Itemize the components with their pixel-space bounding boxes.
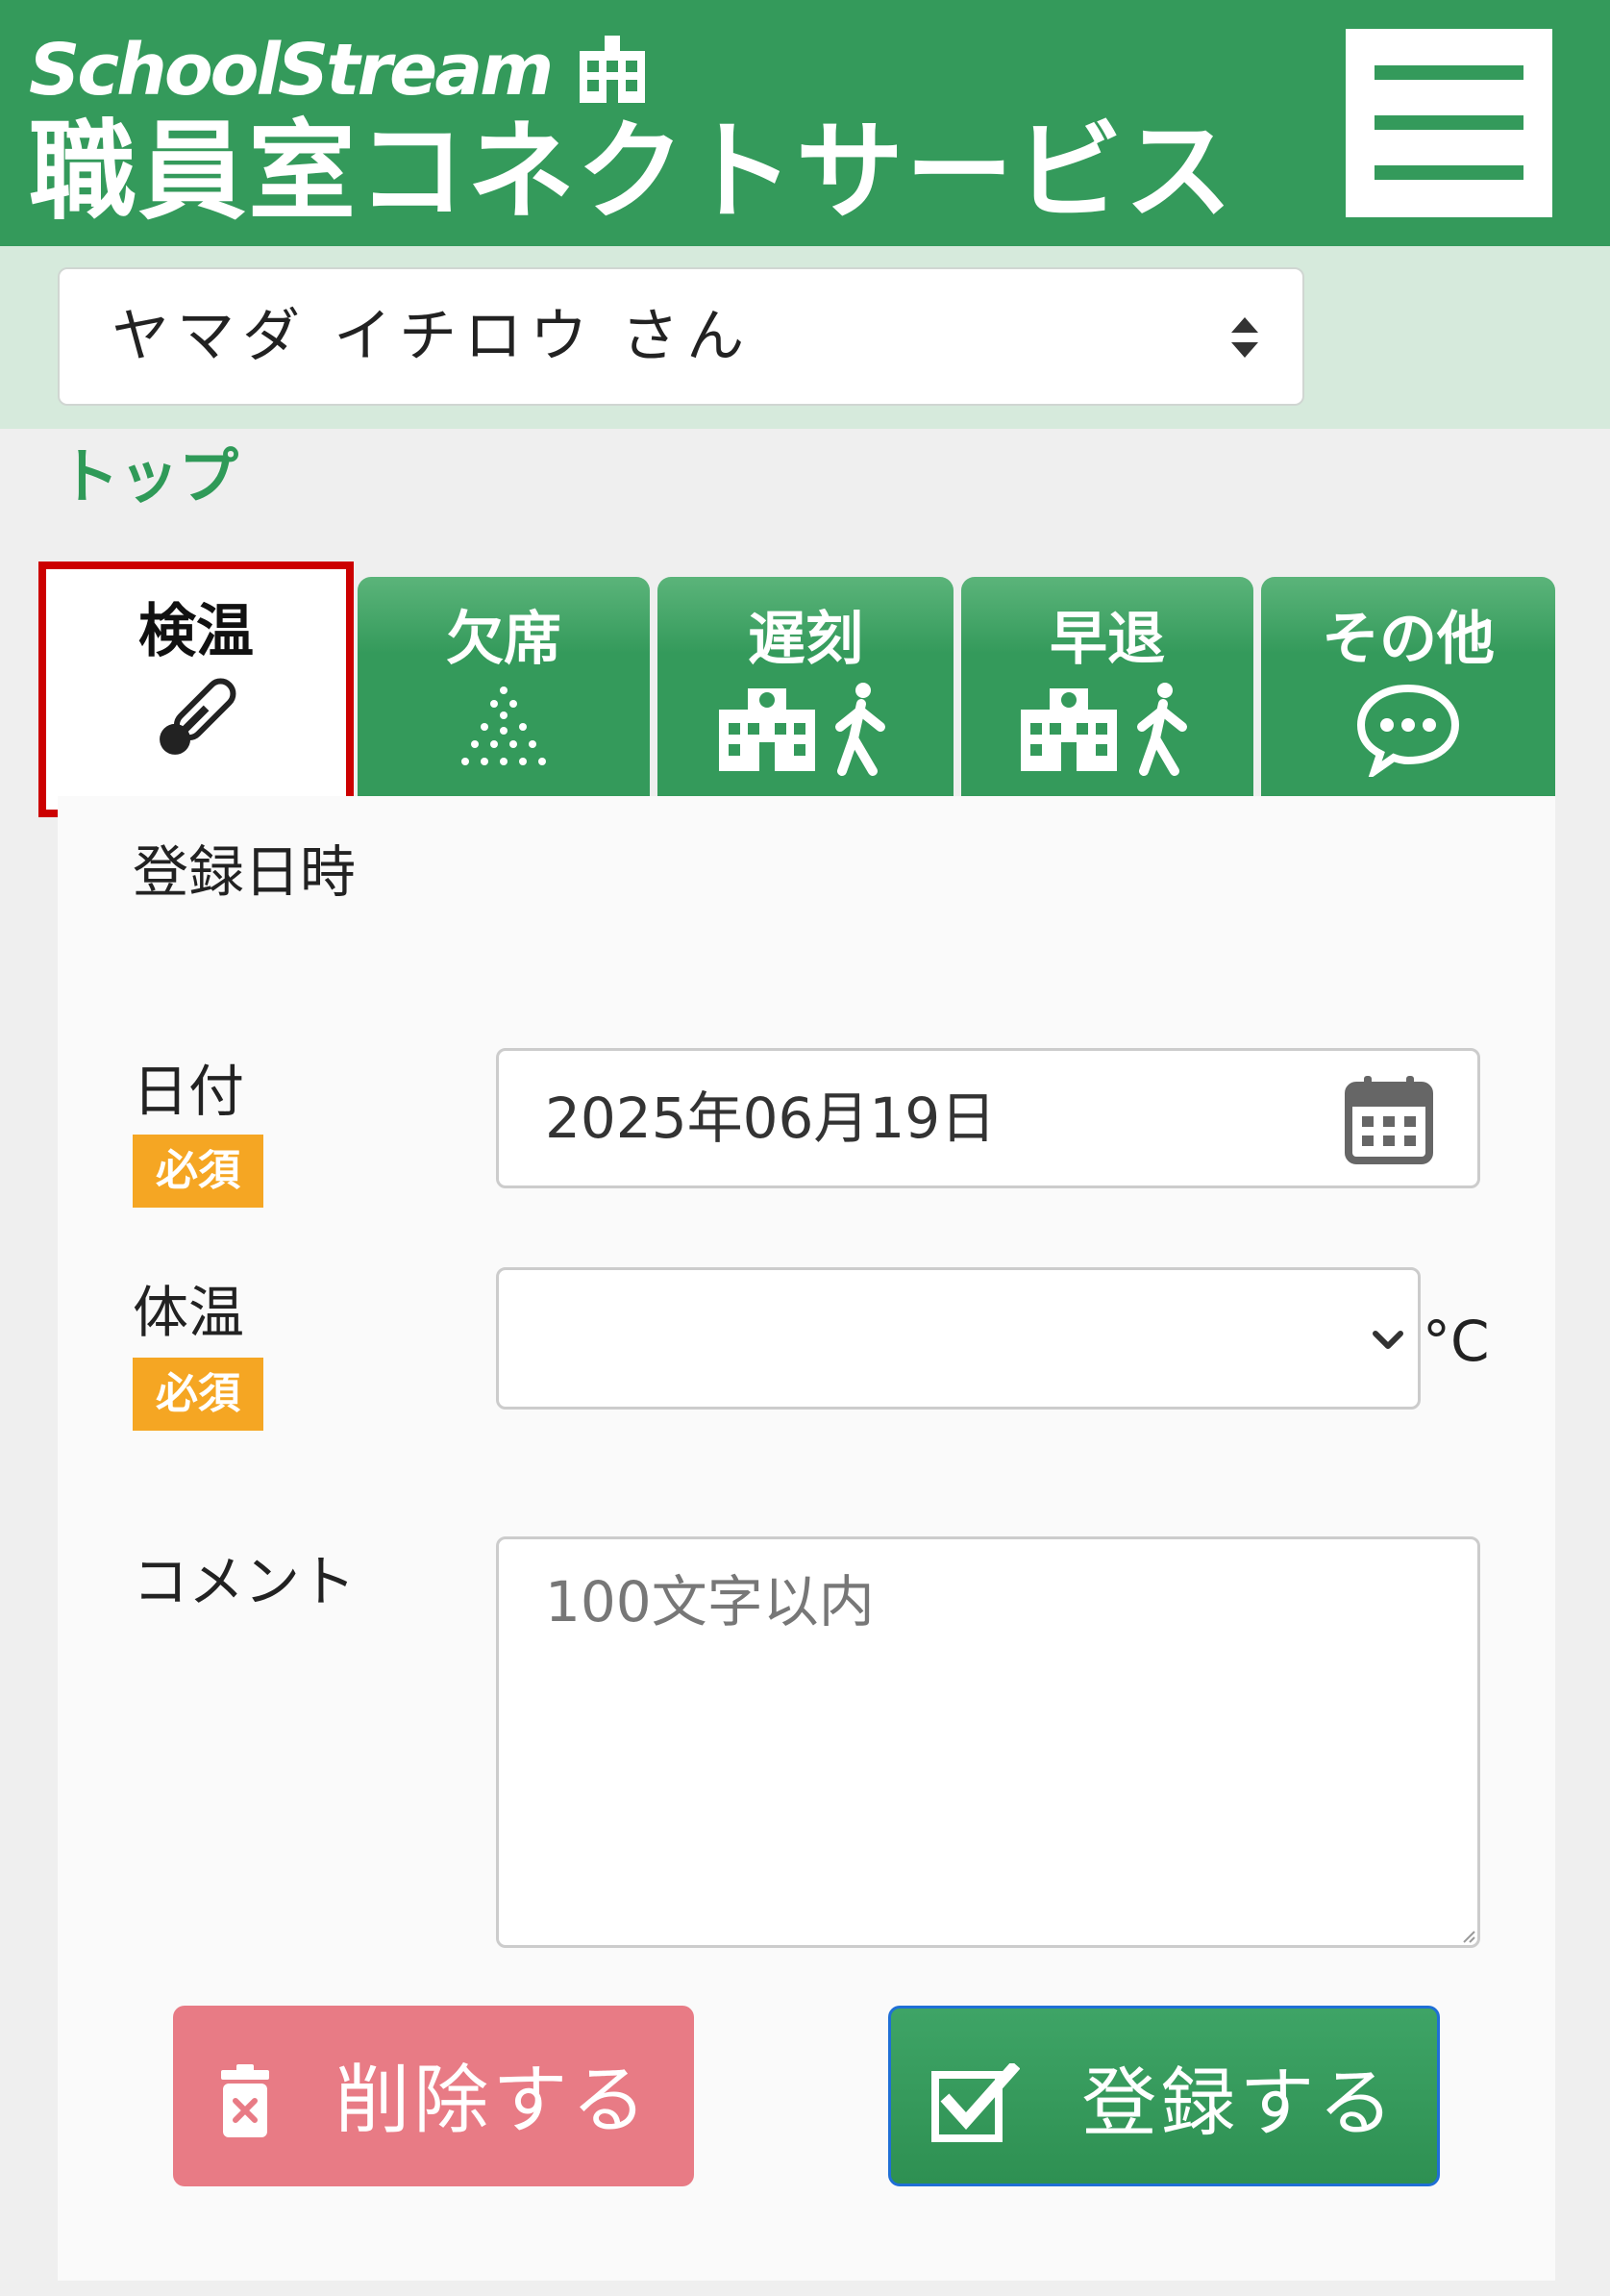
required-badge: 必須 [133, 1135, 263, 1208]
tab-temperature[interactable]: 検温 [38, 562, 354, 817]
tab-absence[interactable]: 欠席 [358, 577, 650, 796]
chat-bubble-icon [1356, 684, 1460, 777]
absence-dots-icon [461, 686, 546, 765]
hamburger-menu-button[interactable] [1346, 29, 1552, 217]
comment-textarea[interactable]: 100文字以内 [496, 1536, 1480, 1948]
date-label: 日付 [133, 1059, 245, 1124]
menu-icon-bar [1375, 65, 1523, 80]
school-walk-icon [1021, 683, 1187, 776]
tab-label: 遅刻 [748, 606, 863, 673]
breadcrumb-top[interactable]: トップ [60, 438, 238, 515]
temperature-label: 体温 [133, 1280, 245, 1345]
brand-name-en: SchoolStream [29, 29, 554, 112]
temperature-unit: °C [1423, 1309, 1490, 1374]
section-title: 登録日時 [133, 839, 357, 905]
app-header: SchoolStream 職員室コネクトサービス [0, 0, 1610, 246]
menu-icon-bar [1375, 165, 1523, 180]
tab-other[interactable]: その他 [1261, 577, 1555, 796]
tab-early-leave[interactable]: 早退 [961, 577, 1253, 796]
brand-name-jp: 職員室コネクトサービス [29, 110, 1234, 235]
chevron-down-icon [1373, 1331, 1403, 1349]
required-badge: 必須 [133, 1358, 263, 1431]
calendar-icon[interactable] [1345, 1074, 1433, 1164]
delete-button-label: 削除する [334, 2057, 651, 2144]
register-button-label: 登録する [1081, 2059, 1398, 2147]
tab-label: 欠席 [446, 606, 561, 673]
tab-label: 早退 [1050, 606, 1165, 673]
comment-label: コメント [133, 1549, 357, 1614]
tab-late[interactable]: 遅刻 [657, 577, 954, 796]
checkbox-check-icon [930, 2062, 1020, 2142]
thermometer-icon [160, 678, 236, 755]
school-building-icon [580, 36, 646, 103]
temperature-select[interactable] [496, 1267, 1421, 1410]
date-field[interactable]: 2025年06月19日 [496, 1048, 1480, 1188]
user-select[interactable]: ヤマダ イチロウ さん [58, 267, 1304, 406]
brand-logo[interactable]: SchoolStream 職員室コネクトサービス [29, 27, 1234, 235]
register-button[interactable]: 登録する [888, 2006, 1440, 2186]
delete-button[interactable]: 削除する [173, 2006, 694, 2186]
resize-handle-icon[interactable] [1462, 1930, 1475, 1943]
tab-label: 検温 [138, 598, 254, 665]
school-walk-icon [719, 683, 885, 776]
user-select-value: ヤマダ イチロウ さん [111, 303, 753, 370]
user-select-band: ヤマダ イチロウ さん [0, 246, 1610, 429]
trash-icon [220, 2063, 269, 2137]
comment-placeholder: 100文字以内 [545, 1569, 875, 1635]
menu-icon-bar [1375, 115, 1523, 130]
tab-label: その他 [1322, 606, 1495, 673]
select-updown-icon [1231, 317, 1258, 358]
date-value: 2025年06月19日 [545, 1086, 997, 1151]
